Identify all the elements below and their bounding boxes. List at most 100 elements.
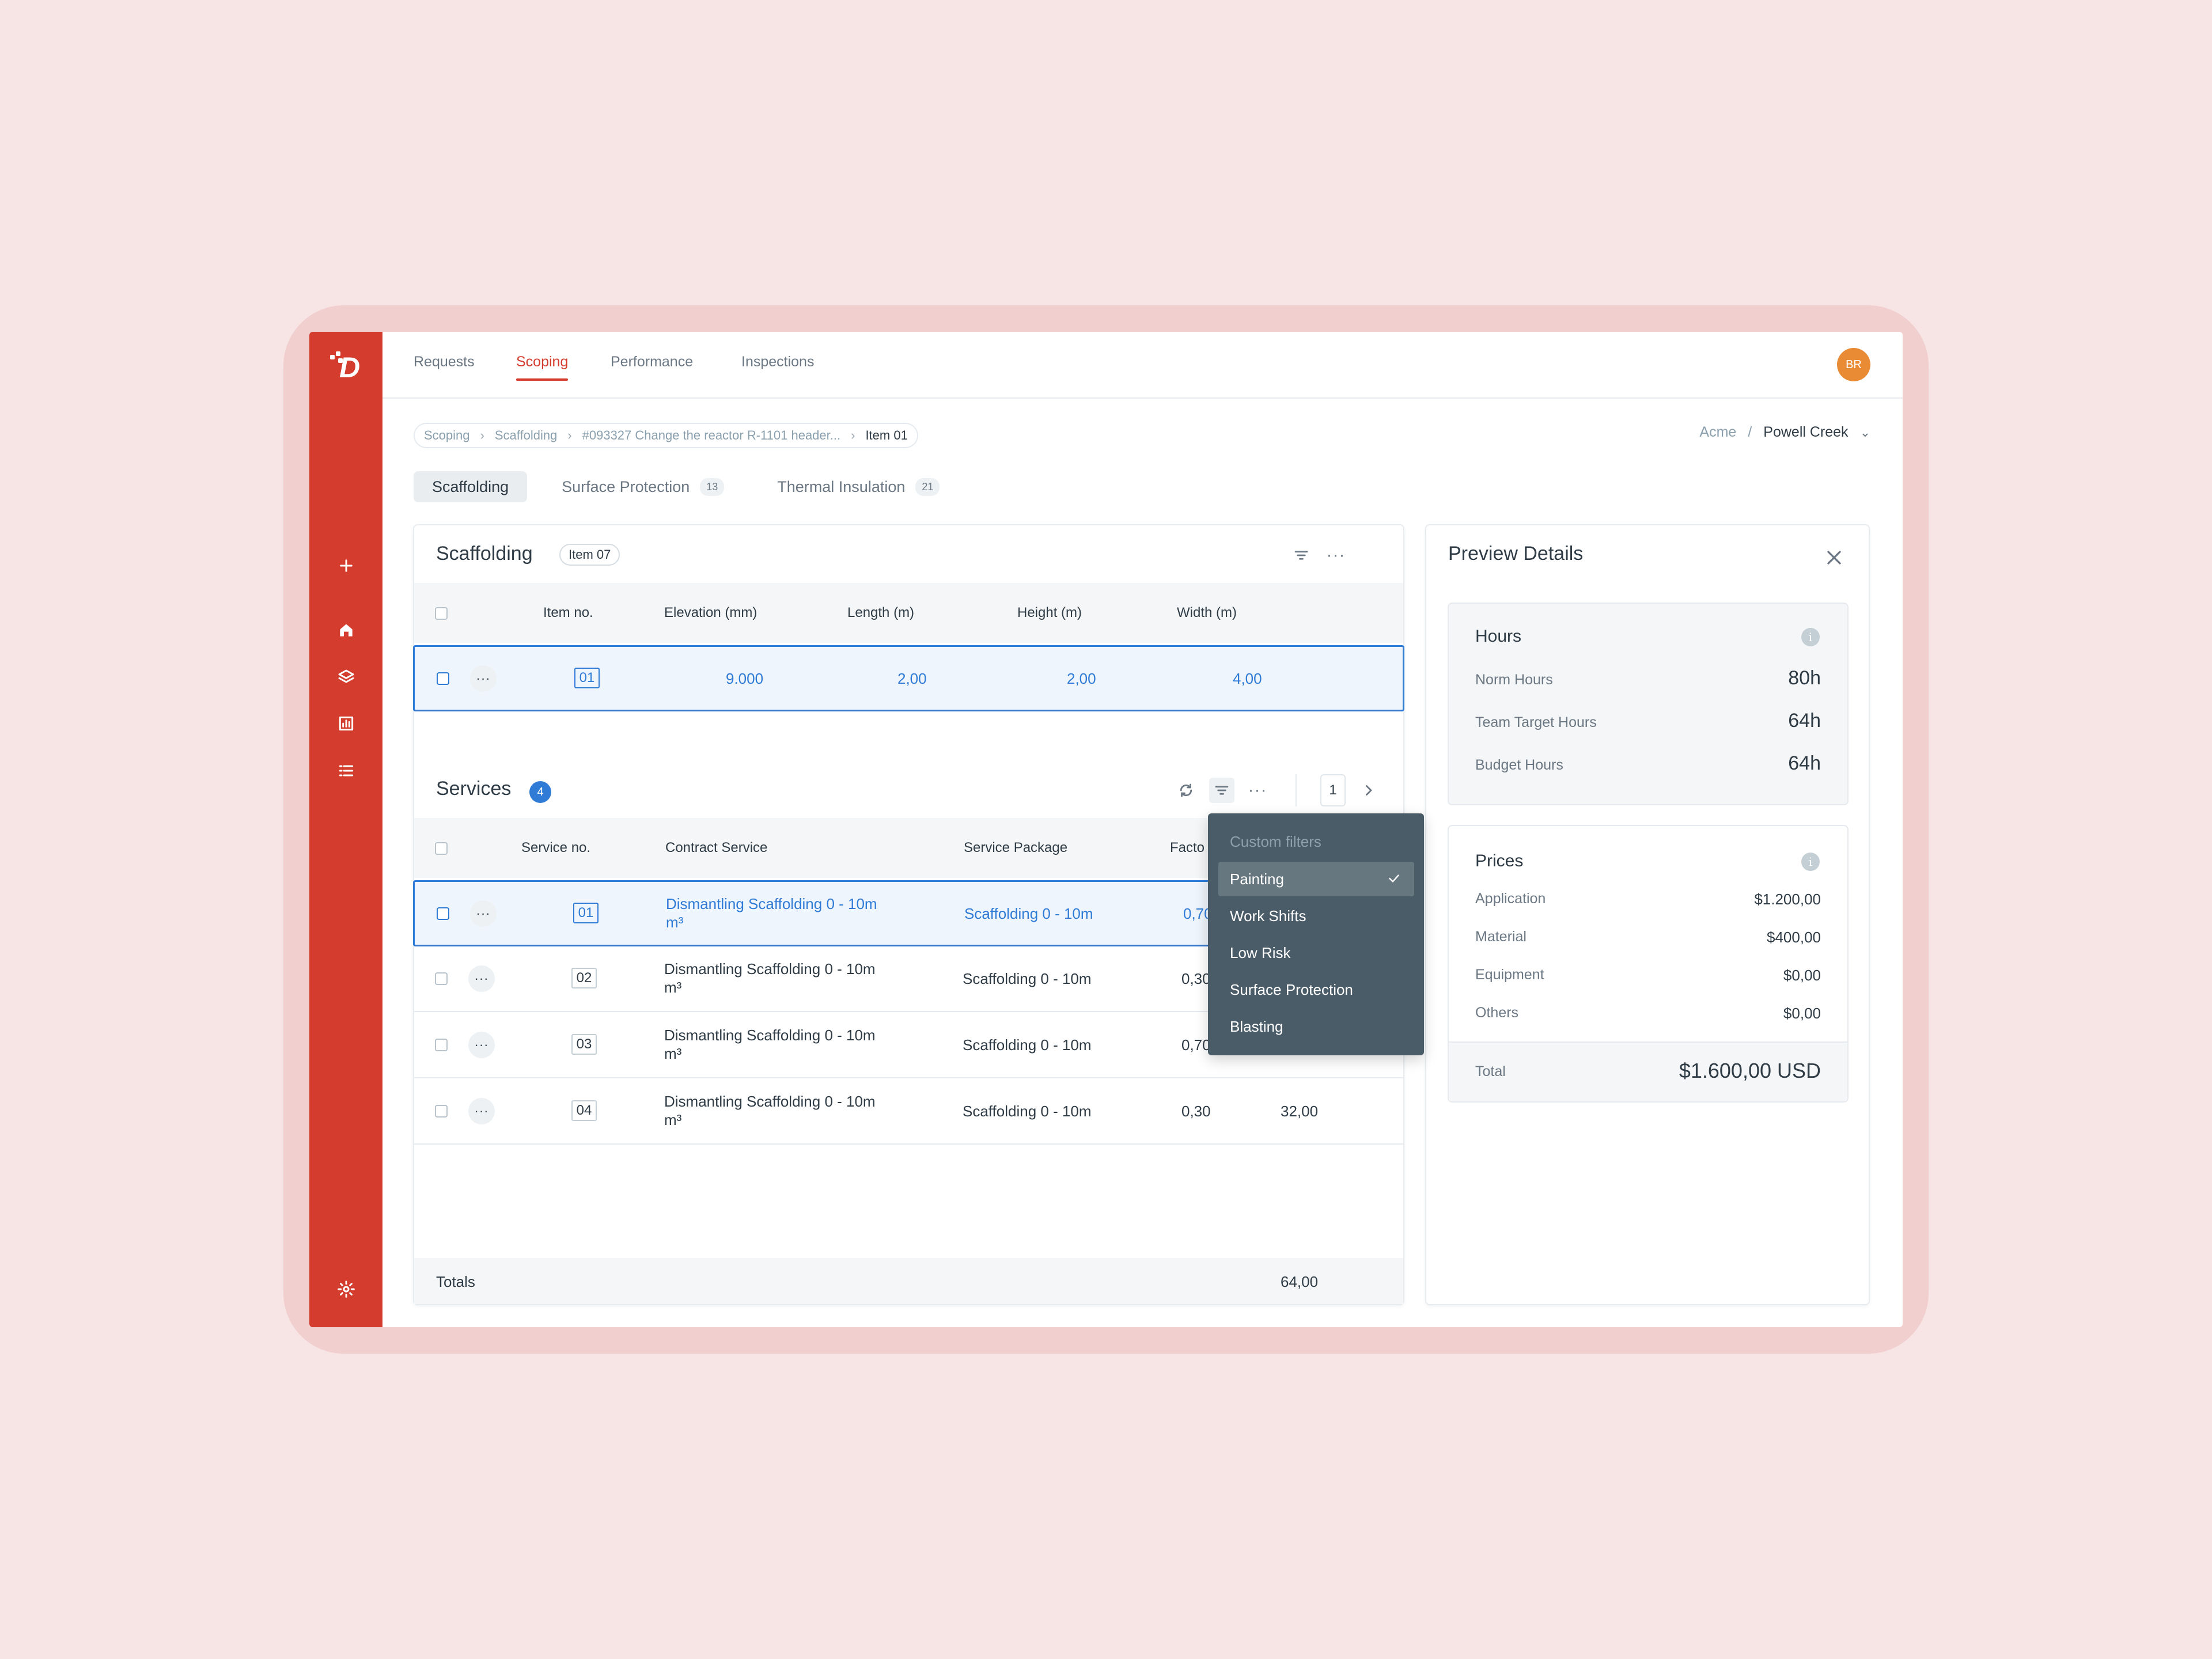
elevation-value: 9.000 bbox=[726, 670, 764, 687]
top-nav: Requests Scoping Performance Inspections… bbox=[382, 332, 1903, 399]
row-more-icon[interactable]: ··· bbox=[468, 1032, 495, 1058]
total-label: Total bbox=[1475, 1063, 1506, 1080]
filter-option-label: Low Risk bbox=[1230, 944, 1291, 961]
filter-option-blasting[interactable]: Blasting bbox=[1218, 1009, 1414, 1044]
tab-thermal-insulation[interactable]: Thermal Insulation 21 bbox=[759, 471, 958, 502]
scaffolding-title: Scaffolding bbox=[436, 543, 533, 565]
breadcrumb-request[interactable]: #093327 Change the reactor R-1101 header… bbox=[582, 428, 840, 443]
filter-icon[interactable] bbox=[1289, 543, 1314, 568]
breadcrumb-scoping[interactable]: Scoping bbox=[424, 428, 470, 443]
nav-performance[interactable]: Performance bbox=[611, 354, 693, 370]
service-package[interactable]: Scaffolding 0 - 10m bbox=[963, 970, 1092, 988]
material-label: Material bbox=[1475, 929, 1527, 945]
logo-dots bbox=[330, 351, 345, 366]
col-factor: Facto bbox=[1170, 840, 1205, 855]
equipment-label: Equipment bbox=[1475, 967, 1544, 983]
row-checkbox[interactable] bbox=[435, 972, 448, 985]
row-more-icon[interactable]: ··· bbox=[470, 665, 497, 692]
nav-requests[interactable]: Requests bbox=[414, 354, 475, 370]
service-number: 04 bbox=[571, 1100, 597, 1121]
row-more-icon[interactable]: ··· bbox=[468, 965, 495, 992]
filter-option-label: Painting bbox=[1230, 870, 1284, 888]
service-package[interactable]: Scaffolding 0 - 10m bbox=[964, 905, 1093, 923]
chart-icon[interactable] bbox=[334, 711, 359, 736]
filter-option-low-risk[interactable]: Low Risk bbox=[1218, 935, 1414, 970]
col-item-no: Item no. bbox=[543, 605, 593, 620]
avatar[interactable]: BR bbox=[1837, 348, 1870, 381]
prices-title: Prices bbox=[1475, 851, 1524, 870]
item-tag: Item 07 bbox=[559, 544, 620, 566]
height-value: 2,00 bbox=[1067, 670, 1096, 687]
list-icon[interactable] bbox=[334, 758, 359, 783]
filter-icon[interactable] bbox=[1209, 778, 1234, 803]
service-package[interactable]: Scaffolding 0 - 10m bbox=[963, 1103, 1092, 1120]
org-separator: / bbox=[1748, 424, 1752, 440]
table-row[interactable]: ··· 04 Dismantling Scaffolding 0 - 10m m… bbox=[414, 1078, 1403, 1145]
org-selector[interactable]: Acme / Powell Creek ⌄ bbox=[1699, 424, 1870, 441]
nav-inspections[interactable]: Inspections bbox=[741, 354, 814, 370]
col-width: Width (m) bbox=[1177, 605, 1237, 620]
row-checkbox[interactable] bbox=[437, 907, 449, 920]
more-icon[interactable]: ··· bbox=[1245, 778, 1270, 803]
add-icon[interactable] bbox=[334, 553, 359, 578]
nav-scoping[interactable]: Scoping bbox=[516, 354, 569, 381]
contract-service[interactable]: Dismantling Scaffolding 0 - 10m m³ bbox=[664, 1092, 876, 1129]
org-site[interactable]: Powell Creek bbox=[1763, 424, 1848, 441]
select-all-checkbox[interactable] bbox=[435, 842, 448, 855]
row-more-icon[interactable]: ··· bbox=[470, 900, 497, 927]
close-icon[interactable] bbox=[1823, 546, 1846, 569]
equipment-value: $0,00 bbox=[1783, 967, 1821, 984]
filter-option-painting[interactable]: Painting bbox=[1218, 862, 1414, 896]
budget-hours-value: 64h bbox=[1788, 752, 1821, 774]
tab-count-badge: 21 bbox=[915, 478, 940, 496]
dropdown-header: Custom filters bbox=[1230, 833, 1321, 850]
info-icon[interactable]: i bbox=[1801, 628, 1820, 646]
select-all-checkbox[interactable] bbox=[435, 607, 448, 620]
gear-icon[interactable] bbox=[334, 1277, 359, 1302]
contract-service[interactable]: Dismantling Scaffolding 0 - 10m m³ bbox=[666, 895, 877, 931]
filter-option-work-shifts[interactable]: Work Shifts bbox=[1218, 899, 1414, 933]
total-value: 32,00 bbox=[1281, 1103, 1319, 1120]
norm-hours-value: 80h bbox=[1788, 667, 1821, 689]
contract-service-unit: m³ bbox=[666, 914, 684, 931]
col-contract-service: Contract Service bbox=[665, 840, 768, 855]
factor-value: 0,70 bbox=[1181, 1036, 1211, 1054]
preview-panel: Preview Details Hours i Norm Hours 80h T… bbox=[1425, 524, 1870, 1305]
sidebar: D bbox=[309, 332, 382, 1327]
row-checkbox[interactable] bbox=[437, 672, 449, 685]
tab-surface-protection[interactable]: Surface Protection 13 bbox=[543, 471, 743, 502]
page-number[interactable]: 1 bbox=[1320, 774, 1346, 806]
row-checkbox[interactable] bbox=[435, 1105, 448, 1118]
totals-value: 64,00 bbox=[1281, 1273, 1319, 1290]
scaffolding-table-header: Item no. Elevation (mm) Length (m) Heigh… bbox=[414, 583, 1403, 643]
chevron-down-icon[interactable]: ⌄ bbox=[1860, 425, 1870, 440]
breadcrumb-scaffolding[interactable]: Scaffolding bbox=[495, 428, 557, 443]
tab-scaffolding[interactable]: Scaffolding bbox=[414, 471, 528, 502]
contract-service-label: Dismantling Scaffolding 0 - 10m bbox=[666, 895, 877, 912]
service-package[interactable]: Scaffolding 0 - 10m bbox=[963, 1036, 1092, 1054]
info-icon[interactable]: i bbox=[1801, 853, 1820, 871]
row-more-icon[interactable]: ··· bbox=[468, 1098, 495, 1124]
table-row[interactable]: ··· 01 9.000 2,00 2,00 4,00 bbox=[413, 645, 1404, 711]
home-icon[interactable] bbox=[334, 618, 359, 643]
contract-service[interactable]: Dismantling Scaffolding 0 - 10m m³ bbox=[664, 1026, 876, 1063]
col-height: Height (m) bbox=[1017, 605, 1082, 620]
col-elevation: Elevation (mm) bbox=[664, 605, 757, 620]
more-icon[interactable]: ··· bbox=[1323, 543, 1349, 568]
org-company[interactable]: Acme bbox=[1699, 424, 1736, 441]
row-checkbox[interactable] bbox=[435, 1039, 448, 1051]
filter-option-surface-protection[interactable]: Surface Protection bbox=[1218, 972, 1414, 1007]
factor-value: 0,30 bbox=[1181, 1103, 1211, 1120]
layers-icon[interactable] bbox=[334, 665, 359, 690]
contract-service-label: Dismantling Scaffolding 0 - 10m bbox=[664, 1093, 876, 1110]
contract-service[interactable]: Dismantling Scaffolding 0 - 10m m³ bbox=[664, 960, 876, 997]
chevron-right-icon[interactable] bbox=[1355, 778, 1381, 803]
check-icon bbox=[1389, 874, 1399, 882]
refresh-icon[interactable] bbox=[1173, 778, 1199, 803]
factor-value: 0,30 bbox=[1181, 970, 1211, 987]
hours-title: Hours bbox=[1475, 627, 1522, 646]
breadcrumb-chevron-icon: › bbox=[480, 428, 484, 442]
tab-label: Surface Protection bbox=[562, 478, 690, 495]
others-value: $0,00 bbox=[1783, 1005, 1821, 1022]
app-logo[interactable]: D bbox=[327, 347, 365, 385]
